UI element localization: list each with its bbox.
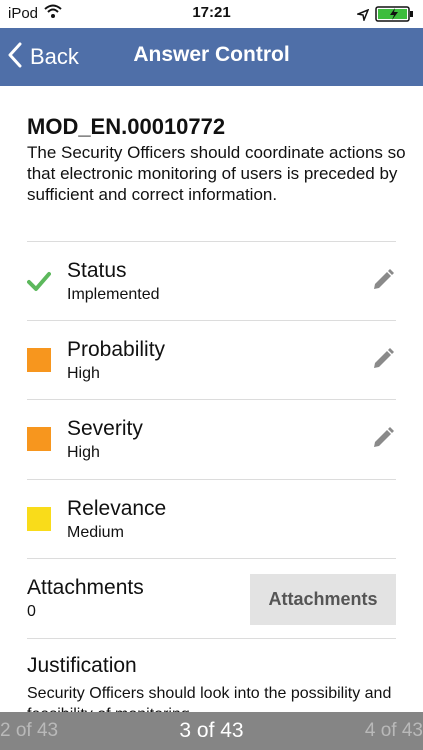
check-icon [27, 269, 51, 293]
severity-value: High [67, 444, 100, 461]
probability-value: High [67, 365, 100, 382]
justification-text: Security Officers should look into the p… [27, 685, 392, 712]
severity-row: Severity High [27, 399, 396, 478]
edit-status-pencil-icon[interactable] [370, 267, 396, 293]
edit-severity-pencil-icon[interactable] [370, 425, 396, 451]
status-value: Implemented [67, 286, 160, 303]
probability-title: Probability [67, 338, 166, 361]
relevance-square-icon [27, 507, 51, 531]
attachments-button[interactable]: Attachments [250, 574, 396, 625]
relevance-value: Medium [67, 524, 124, 541]
attachments-row: Attachments 0 Attachments [27, 558, 396, 638]
pager-bar: 2 of 43 3 of 43 4 of 43 [0, 712, 423, 750]
justification-row: Justification Security Officers should l… [27, 638, 396, 712]
navigation-bar: Back Answer Control [0, 28, 423, 86]
attachments-count: 0 [27, 603, 36, 620]
page-title: Answer Control [133, 43, 290, 66]
status-row: Status Implemented [27, 241, 396, 320]
relevance-title: Relevance [67, 497, 167, 520]
battery-charging-icon [375, 6, 415, 27]
justification-title: Justification [27, 654, 137, 677]
status-title: Status [67, 259, 127, 282]
severity-square-icon [27, 427, 51, 451]
question-text: The Security Officers should coordinate … [27, 143, 406, 204]
location-icon [355, 8, 370, 26]
content-area[interactable]: MOD_EN.00010772 The Security Officers sh… [0, 86, 423, 712]
relevance-row: Relevance Medium [27, 479, 396, 558]
current-page-label: 3 of 43 [179, 719, 244, 742]
probability-square-icon [27, 348, 51, 372]
next-page-button[interactable]: 4 of 43 [365, 720, 423, 742]
probability-row: Probability High [27, 320, 396, 399]
status-bar: iPod 17:21 [0, 0, 423, 28]
status-right [355, 6, 415, 27]
attachments-title: Attachments [27, 576, 144, 599]
severity-title: Severity [67, 417, 143, 440]
edit-probability-pencil-icon[interactable] [370, 346, 396, 372]
question-code: MOD_EN.00010772 [27, 114, 226, 139]
